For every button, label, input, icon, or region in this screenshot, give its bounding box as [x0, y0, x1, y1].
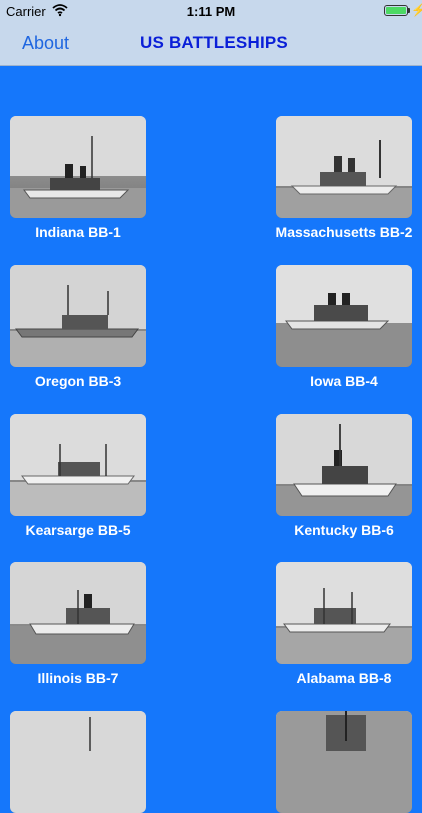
ship-photo — [10, 414, 146, 516]
ship-cell-iowa[interactable]: Iowa BB-4 — [276, 265, 412, 389]
navigation-bar: About US BATTLESHIPS — [0, 22, 422, 66]
ship-cell-oregon[interactable]: Oregon BB-3 — [10, 265, 146, 389]
ship-label: Alabama BB-8 — [296, 670, 392, 686]
ship-label: Iowa BB-4 — [310, 373, 378, 389]
ship-photo — [10, 265, 146, 367]
ship-cell-kearsarge[interactable]: Kearsarge BB-5 — [10, 414, 146, 538]
ship-photo — [10, 562, 146, 664]
ship-photo — [276, 265, 412, 367]
status-time: 1:11 PM — [186, 4, 236, 19]
ship-photo — [276, 711, 412, 813]
ship-photo — [276, 414, 412, 516]
page-title: US BATTLESHIPS — [140, 33, 288, 52]
ship-cell-massachusetts[interactable]: Massachusetts BB-2 — [276, 116, 412, 240]
ship-cell[interactable] — [10, 711, 146, 813]
ship-photo — [276, 562, 412, 664]
ship-label: Kentucky BB-6 — [294, 522, 394, 538]
ship-cell-kentucky[interactable]: Kentucky BB-6 — [276, 414, 412, 538]
battery-icon: ⚡ — [384, 3, 422, 17]
ship-label: Kearsarge BB-5 — [25, 522, 131, 538]
ship-label: Massachusetts BB-2 — [275, 224, 413, 240]
ship-cell-indiana[interactable]: Indiana BB-1 — [10, 116, 146, 240]
ship-cell[interactable] — [276, 711, 412, 813]
ship-photo — [10, 116, 146, 218]
ship-label: Illinois BB-7 — [37, 670, 119, 686]
status-bar: Carrier 1:11 PM ⚡ — [0, 0, 422, 22]
ship-photo — [10, 711, 146, 813]
ship-grid: Indiana BB-1 Massachusetts BB-2 Oregon B… — [0, 66, 422, 813]
ship-label: Oregon BB-3 — [34, 373, 122, 389]
ship-cell-alabama[interactable]: Alabama BB-8 — [276, 562, 412, 686]
about-button[interactable]: About — [22, 33, 69, 54]
ship-cell-illinois[interactable]: Illinois BB-7 — [10, 562, 146, 686]
ship-label: Indiana BB-1 — [35, 224, 121, 240]
ship-photo — [276, 116, 412, 218]
